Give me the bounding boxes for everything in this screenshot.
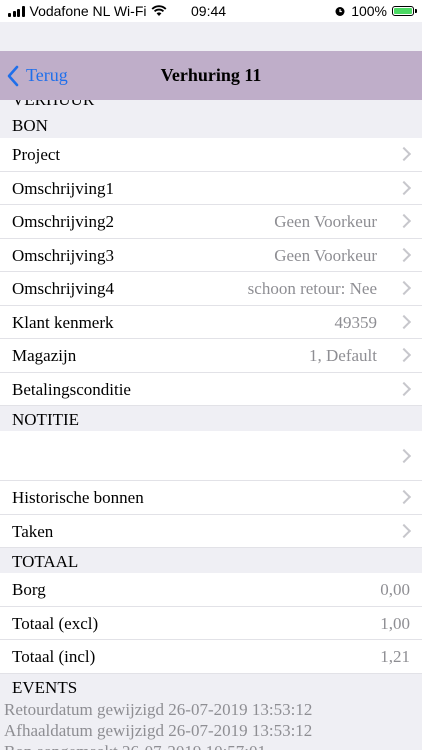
event-item: Bon aangemaakt 26-07-2019 10:57:01: [4, 741, 422, 750]
battery-icon: [392, 6, 417, 16]
chevron-right-icon: [396, 314, 412, 329]
chevron-right-icon: [396, 523, 412, 538]
row-historische-bonnen[interactable]: Historische bonnen: [0, 481, 422, 515]
event-item: Afhaaldatum gewijzigd 26-07-2019 13:53:1…: [4, 720, 313, 740]
row-value: 1,00: [380, 613, 410, 633]
row-totaal-incl: Totaal (incl) 1,21: [0, 640, 422, 674]
row-borg: Borg 0,00: [0, 573, 422, 607]
bon-list: Project Omschrijving1 Omschrijving2 Geen…: [0, 138, 422, 406]
section-header-bon: BON: [0, 109, 422, 138]
row-omschrijving2[interactable]: Omschrijving2 Geen Voorkeur: [0, 205, 422, 239]
row-label: Historische bonnen: [12, 488, 144, 507]
row-label: Project: [12, 145, 61, 164]
table-view[interactable]: VERHUUR BON Project Omschrijving1 Omschr…: [0, 100, 422, 750]
events-list: Retourdatum gewijzigd 26-07-2019 13:53:1…: [0, 699, 422, 750]
event-item: Retourdatum gewijzigd 26-07-2019 13:53:1…: [4, 699, 313, 719]
section-header-events: EVENTS: [0, 673, 422, 699]
row-magazijn[interactable]: Magazijn 1, Default: [0, 339, 422, 373]
row-label: Taken: [12, 521, 54, 541]
battery-percent: 100%: [351, 3, 387, 19]
chevron-right-icon: [396, 180, 412, 195]
navigation-bar: Terug Verhuring 11: [0, 51, 422, 100]
section-header-totaal: TOTAAL: [0, 548, 422, 573]
chevron-right-icon: [396, 247, 412, 262]
status-time: 09:44: [191, 3, 227, 19]
row-label: Omschrijving1: [12, 178, 114, 198]
row-label: Omschrijving3: [12, 245, 114, 265]
row-label: Magazijn: [12, 346, 77, 365]
row-label: Totaal (excl): [12, 613, 99, 633]
section-verhuur-label: VERHUUR: [12, 100, 94, 109]
page-title: Verhuring 11: [160, 65, 262, 85]
status-right: 100%: [334, 3, 417, 19]
row-value: 1,21: [380, 647, 410, 666]
row-label: Totaal (incl): [12, 647, 96, 666]
chevron-right-icon: [396, 448, 412, 464]
signal-icon: [8, 5, 25, 17]
chevron-right-icon: [396, 347, 412, 363]
row-value: 1, Default: [309, 346, 377, 365]
row-value: schoon retour: Nee: [247, 279, 377, 298]
chevron-right-icon: [396, 280, 412, 296]
section-header-verhuur: VERHUUR: [0, 100, 422, 109]
row-value: Geen Voorkeur: [274, 245, 377, 265]
row-taken[interactable]: Taken: [0, 514, 422, 548]
row-betalingsconditie[interactable]: Betalingsconditie: [0, 372, 422, 406]
row-label: Betalingsconditie: [12, 379, 131, 399]
row-omschrijving4[interactable]: Omschrijving4 schoon retour: Nee: [0, 272, 422, 306]
notitie-row[interactable]: [0, 431, 422, 481]
alarm-clock-icon: [335, 7, 345, 16]
row-klant-kenmerk[interactable]: Klant kenmerk 49359: [0, 305, 422, 339]
status-bar: Vodafone NL Wi-Fi 09:44 100%: [0, 0, 422, 22]
row-value: 0,00: [380, 580, 410, 599]
wifi-icon: [152, 5, 167, 16]
chevron-right-icon: [396, 213, 412, 229]
row-value: 49359: [334, 312, 378, 332]
row-omschrijving3[interactable]: Omschrijving3 Geen Voorkeur: [0, 238, 422, 272]
row-label: Omschrijving2: [12, 212, 114, 231]
row-value: Geen Voorkeur: [274, 212, 377, 231]
row-totaal-excl: Totaal (excl) 1,00: [0, 606, 422, 640]
row-label: Borg: [12, 580, 46, 599]
status-left: Vodafone NL Wi-Fi: [8, 3, 167, 19]
row-label: Omschrijving4: [12, 279, 114, 298]
row-omschrijving1[interactable]: Omschrijving1: [0, 171, 422, 205]
chevron-right-icon: [396, 489, 412, 505]
chevron-right-icon: [396, 381, 412, 396]
row-label: Klant kenmerk: [12, 312, 114, 332]
row-project[interactable]: Project: [0, 138, 422, 172]
section-header-notitie: NOTITIE: [0, 406, 422, 431]
carrier-label: Vodafone NL Wi-Fi: [29, 3, 147, 19]
chevron-right-icon: [396, 146, 412, 162]
